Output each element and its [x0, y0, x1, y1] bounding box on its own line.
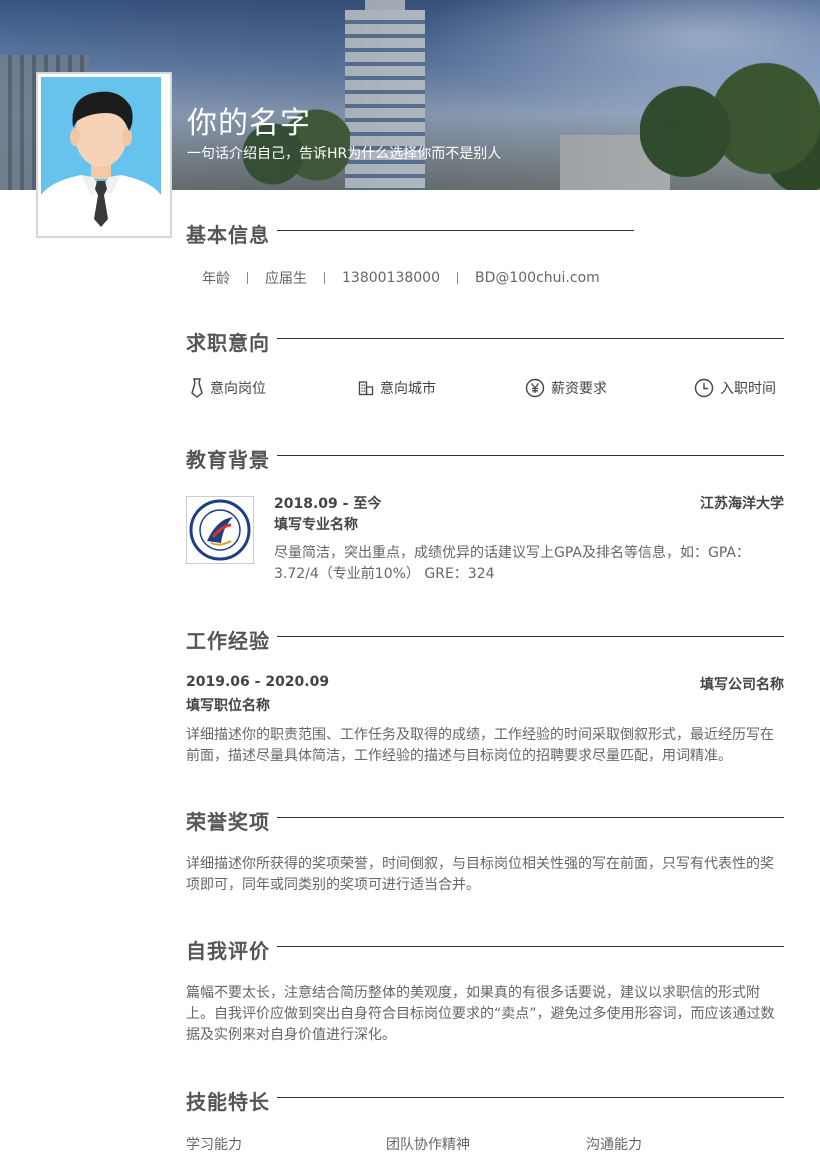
skill-item: 学习能力: [186, 1137, 242, 1153]
section-title-basic-info: 基本信息: [186, 223, 270, 247]
work-company: 填写公司名称: [700, 677, 784, 693]
intent-city: 意向城市: [358, 378, 436, 398]
intent-start: 入职时间: [694, 378, 776, 398]
school-logo: [186, 496, 254, 564]
education-school: 江苏海洋大学: [700, 496, 784, 512]
skill-item: 团队协作精神: [386, 1137, 470, 1153]
basic-info-row: 年龄 应届生 13800138000 BD@100chui.com: [202, 268, 600, 288]
section-title-self-eval: 自我评价: [186, 939, 270, 963]
avatar-illustration: [41, 77, 161, 227]
building-icon: [358, 381, 374, 396]
info-email: BD@100chui.com: [474, 270, 600, 286]
section-rule: [277, 338, 784, 339]
divider: [247, 272, 248, 284]
section-title-skills: 技能特长: [186, 1090, 270, 1114]
education-date: 2018.09 - 至今: [274, 496, 382, 512]
section-title-honors: 荣誉奖项: [186, 810, 270, 834]
work-date: 2019.06 - 2020.09: [186, 674, 330, 690]
intent-position-label: 意向岗位: [210, 381, 266, 397]
tie-icon: [191, 378, 203, 398]
school-seal-icon: [189, 499, 251, 561]
intent-city-label: 意向城市: [380, 381, 436, 397]
info-phone: 13800138000: [342, 270, 440, 286]
work-description: 详细描述你的职责范围、工作任务及取得的成绩，工作经验的时间采取倒叙形式，最近经历…: [186, 727, 774, 764]
education-major: 填写专业名称: [274, 517, 358, 533]
intent-position: 意向岗位: [190, 378, 266, 398]
work-title: 填写职位名称: [186, 698, 270, 714]
section-rule: [277, 817, 784, 818]
section-rule: [277, 1097, 784, 1098]
resume-name: 你的名字: [187, 106, 311, 141]
self-eval-description: 篇幅不要太长，注意结合简历整体的美观度，如果真的有很多话要说，建议以求职信的形式…: [186, 985, 775, 1043]
avatar: [36, 72, 172, 238]
divider: [456, 272, 458, 284]
section-title-education: 教育背景: [186, 448, 270, 472]
section-rule: [277, 230, 634, 231]
education-description: 尽量简洁，突出重点，成绩优异的话建议写上GPA及排名等信息，如：GPA：3.72…: [274, 545, 750, 582]
section-rule: [277, 946, 784, 947]
yuan-icon: [525, 378, 545, 398]
intent-salary-label: 薪资要求: [551, 381, 607, 397]
section-rule: [277, 455, 784, 456]
section-rule: [277, 636, 784, 637]
section-title-job-intent: 求职意向: [186, 331, 270, 355]
skill-item: 沟通能力: [586, 1137, 642, 1153]
clock-icon: [694, 378, 714, 398]
honors-description: 详细描述你所获得的奖项荣誉，时间倒叙，与目标岗位相关性强的写在前面，只写有代表性…: [186, 856, 774, 893]
intent-start-label: 入职时间: [720, 381, 776, 397]
info-status: 应届生: [265, 271, 307, 287]
intent-salary: 薪资要求: [525, 378, 607, 398]
section-title-work: 工作经验: [186, 629, 270, 653]
resume-tagline: 一句话介绍自己，告诉HR为什么选择你而不是别人: [187, 146, 502, 162]
divider: [324, 272, 325, 284]
info-age: 年龄: [202, 271, 230, 287]
